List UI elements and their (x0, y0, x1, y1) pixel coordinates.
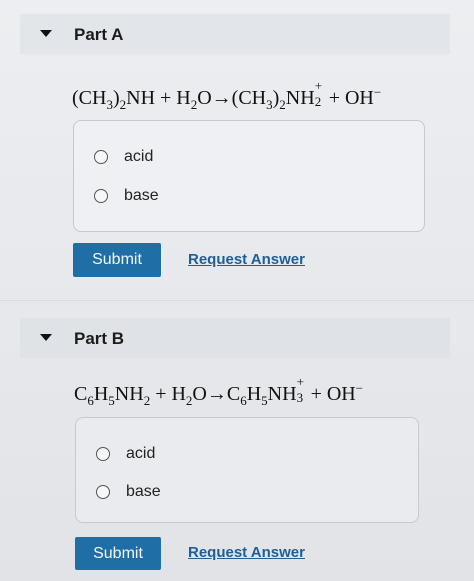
part-b-choice-base[interactable]: base (96, 483, 161, 501)
choice-label: base (126, 483, 161, 500)
part-a-header[interactable]: Part A (20, 14, 450, 54)
radio-button[interactable] (96, 447, 110, 461)
part-b-submit-button[interactable]: Submit (75, 537, 161, 570)
part-a-choices: acid base (73, 120, 425, 232)
part-a-equation: (CH3)2NH + H2O→(CH3)2NH +2 + OH− (72, 78, 382, 112)
part-a-choice-base[interactable]: base (94, 187, 159, 205)
choice-label: base (124, 187, 159, 204)
part-b-choices: acid base (75, 417, 419, 523)
part-b-header[interactable]: Part B (20, 318, 450, 358)
radio-button[interactable] (94, 150, 108, 164)
choice-label: acid (124, 148, 154, 165)
caret-down-icon[interactable] (40, 30, 52, 37)
part-b-choice-acid[interactable]: acid (96, 445, 155, 463)
radio-button[interactable] (96, 485, 110, 499)
part-a-choice-acid[interactable]: acid (94, 148, 153, 166)
part-b-equation: C6H5NH2 + H2O→C6H5NH +3 + OH− (74, 374, 364, 408)
part-a-request-answer-link[interactable]: Request Answer (188, 251, 305, 268)
radio-button[interactable] (94, 189, 108, 203)
part-a-title: Part A (74, 25, 124, 44)
choice-label: acid (126, 445, 156, 462)
part-b-title: Part B (74, 329, 125, 348)
part-b-request-answer-link[interactable]: Request Answer (188, 544, 305, 561)
page: Part A (CH3)2NH + H2O→(CH3)2NH +2 + OH− a… (0, 0, 474, 581)
caret-down-icon[interactable] (40, 334, 52, 341)
part-a-submit-button[interactable]: Submit (73, 243, 161, 277)
divider (0, 300, 474, 301)
